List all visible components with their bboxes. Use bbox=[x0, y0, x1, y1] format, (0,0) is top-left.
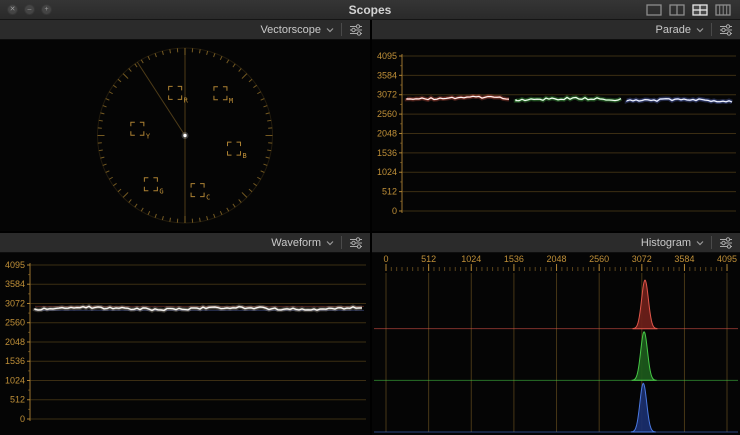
layout-two-up-button[interactable] bbox=[669, 4, 685, 16]
window-titlebar: ✕ – + Scopes bbox=[0, 0, 740, 20]
svg-text:1024: 1024 bbox=[5, 375, 25, 385]
histogram-graph: 0 512 1024 1536 2048 2560 3072 3584 4095 bbox=[372, 253, 740, 435]
window-title: Scopes bbox=[0, 3, 740, 17]
svg-text:3072: 3072 bbox=[632, 254, 652, 264]
svg-text:1536: 1536 bbox=[5, 356, 25, 366]
svg-text:2048: 2048 bbox=[377, 128, 397, 138]
waveform-graph: 4095 3584 3072 2560 2048 1536 1024 512 0 bbox=[0, 253, 370, 435]
waveform-selector[interactable]: Waveform bbox=[271, 237, 334, 249]
waveform-header: Waveform bbox=[0, 233, 370, 253]
svg-text:1536: 1536 bbox=[377, 148, 397, 158]
panel-title: Waveform bbox=[271, 237, 321, 249]
settings-sliders-icon bbox=[349, 237, 363, 249]
svg-text:0: 0 bbox=[20, 414, 25, 424]
panel-title: Vectorscope bbox=[260, 24, 321, 36]
header-divider bbox=[711, 23, 712, 36]
svg-text:512: 512 bbox=[382, 187, 397, 197]
histogram-settings-button[interactable] bbox=[719, 237, 733, 249]
settings-sliders-icon bbox=[349, 24, 363, 36]
grid-2x2-icon bbox=[692, 4, 708, 16]
panel-parade: Parade 4095 3584 3072 2560 bbox=[372, 20, 740, 231]
minimize-button[interactable]: – bbox=[24, 4, 35, 15]
scopes-grid: Vectorscope R M B C G Y bbox=[0, 20, 740, 435]
vectorscope-settings-button[interactable] bbox=[349, 24, 363, 36]
svg-text:512: 512 bbox=[421, 254, 436, 264]
svg-text:Y: Y bbox=[146, 132, 151, 140]
vectorscope-header: Vectorscope bbox=[0, 20, 370, 40]
panel-histogram: Histogram 0512102415362 bbox=[372, 233, 740, 435]
zoom-button[interactable]: + bbox=[41, 4, 52, 15]
parade-graph: 4095 3584 3072 2560 2048 1536 1024 512 0 bbox=[372, 40, 740, 231]
svg-text:1024: 1024 bbox=[461, 254, 481, 264]
parade-settings-button[interactable] bbox=[719, 24, 733, 36]
svg-text:4095: 4095 bbox=[377, 51, 397, 61]
vectorscope-graph: R M B C G Y bbox=[0, 40, 370, 231]
header-divider bbox=[341, 236, 342, 249]
svg-text:R: R bbox=[184, 96, 189, 104]
svg-text:1536: 1536 bbox=[504, 254, 524, 264]
svg-text:2560: 2560 bbox=[5, 318, 25, 328]
single-view-icon bbox=[646, 4, 662, 16]
panel-title: Histogram bbox=[641, 237, 691, 249]
histogram-display: 0 512 1024 1536 2048 2560 3072 3584 4095 bbox=[372, 253, 740, 435]
panel-title: Parade bbox=[656, 24, 691, 36]
svg-text:0: 0 bbox=[383, 254, 388, 264]
chevron-down-icon bbox=[696, 240, 704, 246]
close-button[interactable]: ✕ bbox=[7, 4, 18, 15]
parade-display: 4095 3584 3072 2560 2048 1536 1024 512 0 bbox=[372, 40, 740, 231]
panel-waveform: Waveform 40953584307225 bbox=[0, 233, 370, 435]
scopes-window: ✕ – + Scopes bbox=[0, 0, 740, 435]
chevron-down-icon bbox=[326, 27, 334, 33]
layout-four-up-button[interactable] bbox=[715, 4, 731, 16]
vectorscope-selector[interactable]: Vectorscope bbox=[260, 24, 334, 36]
svg-text:1024: 1024 bbox=[377, 167, 397, 177]
svg-text:G: G bbox=[159, 188, 163, 196]
svg-text:2560: 2560 bbox=[377, 109, 397, 119]
svg-text:4095: 4095 bbox=[717, 254, 737, 264]
panel-vectorscope: Vectorscope R M B C G Y bbox=[0, 20, 370, 231]
svg-text:4095: 4095 bbox=[5, 260, 25, 270]
layout-single-view-button[interactable] bbox=[646, 4, 662, 16]
svg-text:B: B bbox=[243, 152, 247, 160]
svg-text:2048: 2048 bbox=[5, 337, 25, 347]
histogram-selector[interactable]: Histogram bbox=[641, 237, 704, 249]
svg-text:2560: 2560 bbox=[589, 254, 609, 264]
parade-header: Parade bbox=[372, 20, 740, 40]
waveform-display: 4095 3584 3072 2560 2048 1536 1024 512 0 bbox=[0, 253, 370, 435]
svg-text:512: 512 bbox=[10, 395, 25, 405]
svg-text:3584: 3584 bbox=[674, 254, 694, 264]
parade-selector[interactable]: Parade bbox=[656, 24, 704, 36]
svg-text:C: C bbox=[206, 194, 210, 202]
header-divider bbox=[341, 23, 342, 36]
svg-text:0: 0 bbox=[392, 206, 397, 216]
svg-text:2048: 2048 bbox=[547, 254, 567, 264]
svg-text:3584: 3584 bbox=[5, 279, 25, 289]
svg-text:3584: 3584 bbox=[377, 70, 397, 80]
vectorscope-display: R M B C G Y bbox=[0, 40, 370, 231]
svg-text:3072: 3072 bbox=[5, 298, 25, 308]
window-controls: ✕ – + bbox=[0, 4, 52, 15]
header-divider bbox=[711, 236, 712, 249]
four-up-icon bbox=[715, 4, 731, 16]
svg-text:M: M bbox=[229, 97, 233, 105]
two-up-icon bbox=[669, 4, 685, 16]
histogram-header: Histogram bbox=[372, 233, 740, 253]
chevron-down-icon bbox=[696, 27, 704, 33]
chevron-down-icon bbox=[326, 240, 334, 246]
svg-text:3072: 3072 bbox=[377, 90, 397, 100]
settings-sliders-icon bbox=[719, 24, 733, 36]
layout-buttons bbox=[646, 4, 740, 16]
settings-sliders-icon bbox=[719, 237, 733, 249]
waveform-settings-button[interactable] bbox=[349, 237, 363, 249]
layout-grid-2x2-button[interactable] bbox=[692, 4, 708, 16]
